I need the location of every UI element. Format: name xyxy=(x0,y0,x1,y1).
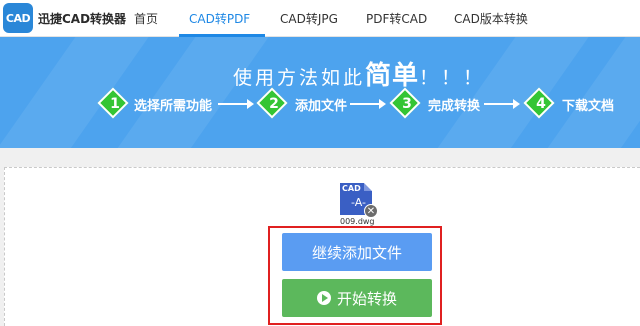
step-4-number: 4 xyxy=(536,96,546,112)
nav-cad-to-pdf[interactable]: CAD转PDF xyxy=(189,10,250,27)
step-3-number: 3 xyxy=(402,96,412,112)
step-3-label: 完成转换 xyxy=(428,99,481,114)
tagline-text: 使用方法如此 xyxy=(233,67,366,89)
nav-cad-to-jpg[interactable]: CAD转JPG xyxy=(280,10,338,27)
add-more-files-label: 继续添加文件 xyxy=(311,243,402,262)
nav-pdf-to-cad[interactable]: PDF转CAD xyxy=(366,10,427,27)
play-icon xyxy=(316,291,331,305)
step-4-label: 下载文档 xyxy=(562,99,615,114)
add-more-files-button[interactable]: 继续添加文件 xyxy=(282,233,432,271)
nav-cad-version-convert[interactable]: CAD版本转换 xyxy=(454,10,528,27)
app-logo[interactable]: CAD xyxy=(3,3,33,33)
step-arrow-icon xyxy=(350,99,386,109)
start-convert-label: 开始转换 xyxy=(336,289,397,308)
step-arrow-icon xyxy=(218,99,254,109)
start-convert-button[interactable]: 开始转换 xyxy=(282,279,432,317)
step-2-label: 添加文件 xyxy=(295,99,348,114)
page: CAD 迅捷CAD转换器 首页 CAD转PDF CAD转JPG PDF转CAD … xyxy=(0,0,640,326)
remove-file-icon[interactable]: ✕ xyxy=(364,204,378,218)
step-2-number: 2 xyxy=(269,96,279,112)
file-type-label: CAD xyxy=(342,184,361,193)
step-1-label: 选择所需功能 xyxy=(134,99,213,114)
file-name: 009.dwg xyxy=(340,217,375,226)
brand-name[interactable]: 迅捷CAD转换器 xyxy=(38,10,126,27)
tagline-exclaim: ！！！ xyxy=(419,67,486,89)
top-navbar: CAD 迅捷CAD转换器 首页 CAD转PDF CAD转JPG PDF转CAD … xyxy=(0,0,640,37)
file-corner-fold xyxy=(364,183,372,191)
tagline-emphasis: 简单 xyxy=(365,61,420,91)
banner-tagline: 使用方法如此简单！！！ xyxy=(233,55,485,92)
step-1-number: 1 xyxy=(110,96,120,112)
step-arrow-icon xyxy=(484,99,520,109)
nav-home[interactable]: 首页 xyxy=(134,10,158,27)
instruction-banner: 使用方法如此简单！！！ 1 选择所需功能 2 添加文件 3 完成转换 4 下载文… xyxy=(0,37,640,148)
